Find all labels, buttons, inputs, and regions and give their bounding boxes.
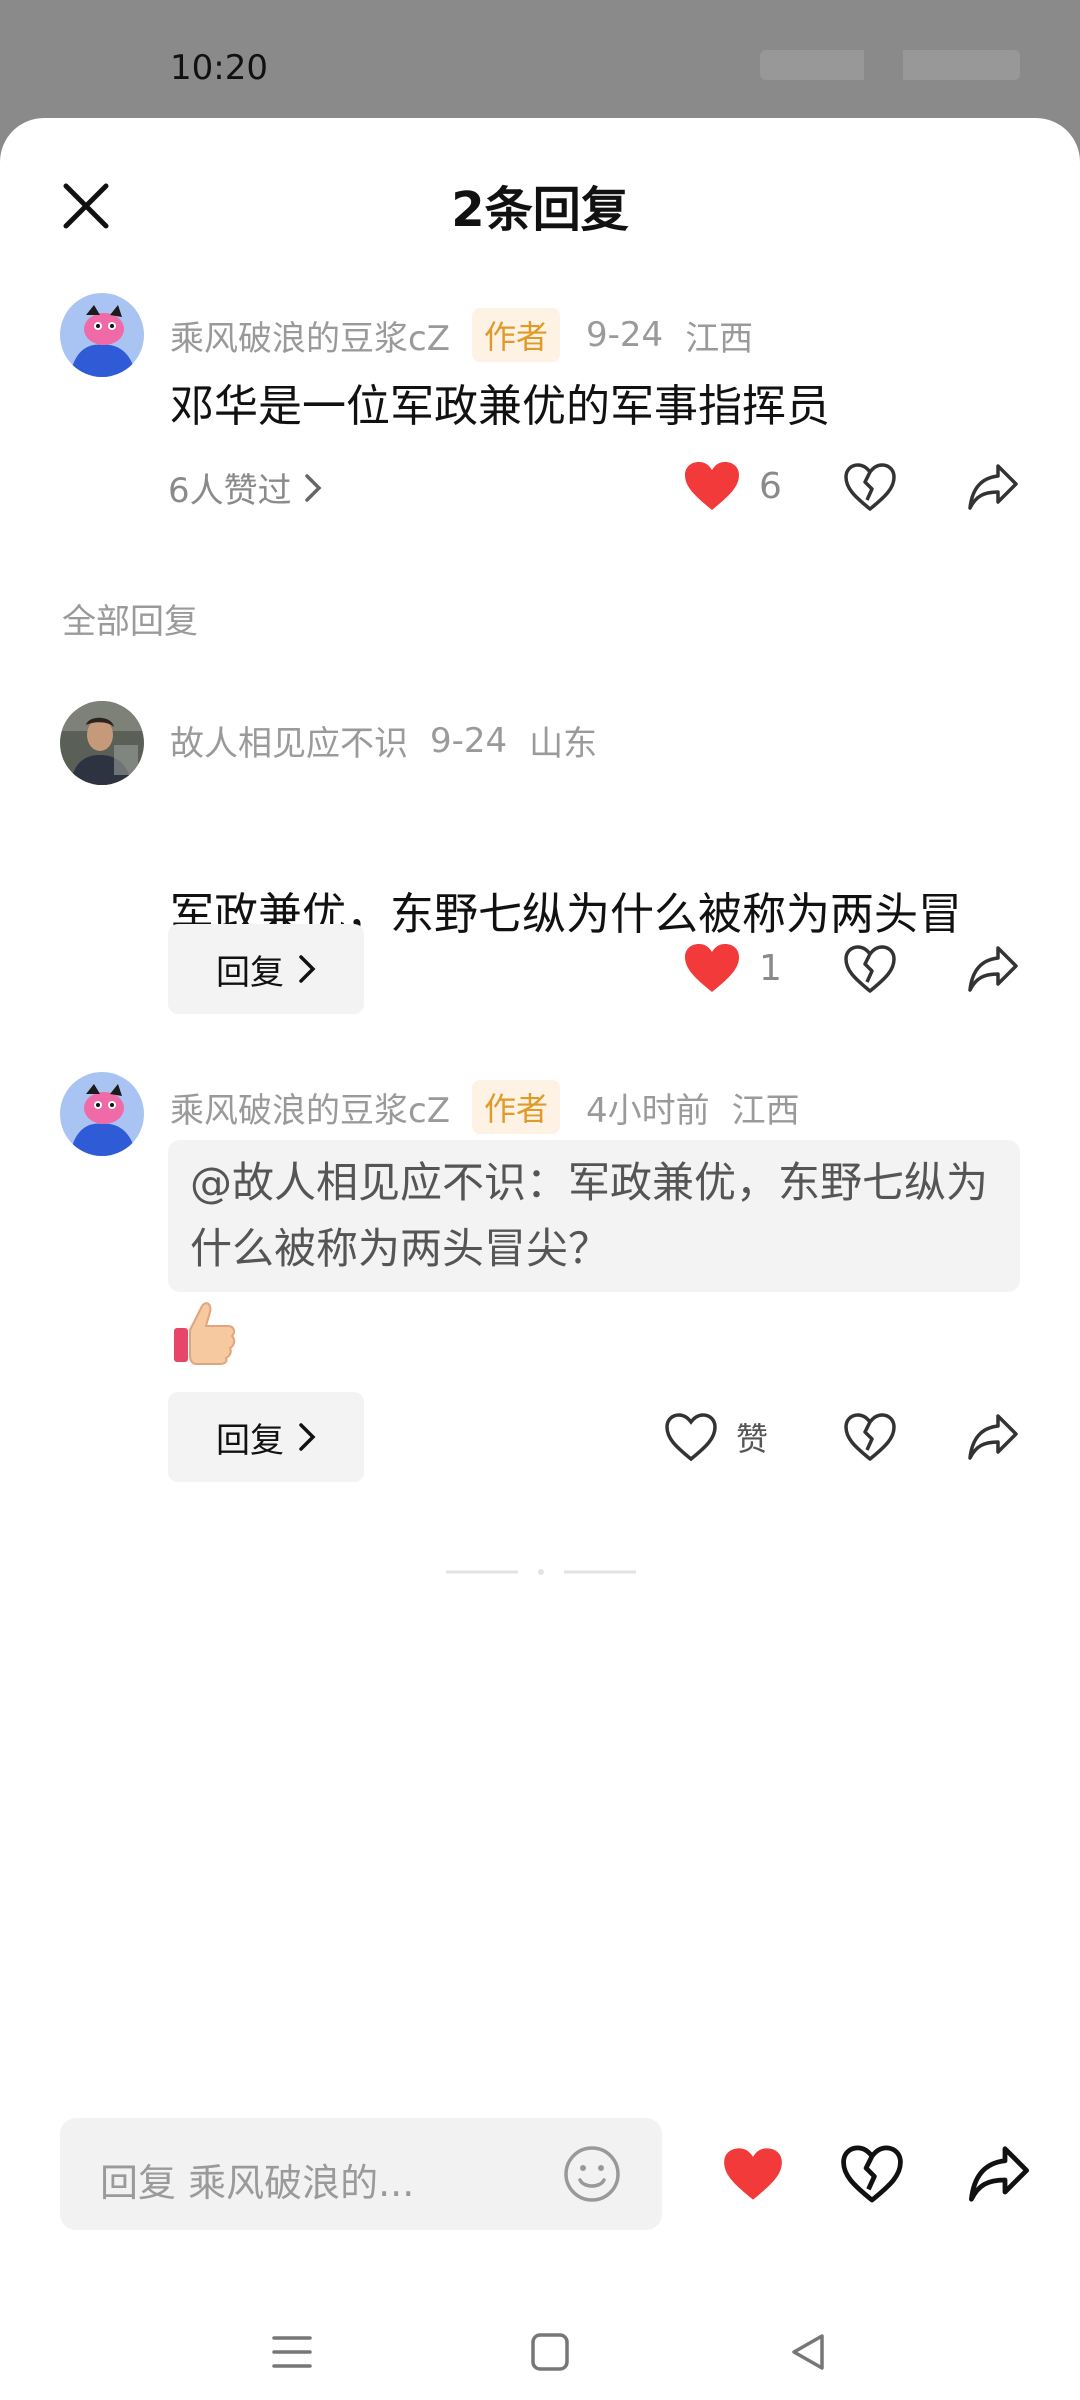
reply-avatar[interactable]	[60, 1072, 144, 1156]
comment-meta: 乘风破浪的豆浆cZ 作者 9-24 江西	[170, 308, 775, 362]
reply-meta: 乘风破浪的豆浆cZ 作者 4小时前 江西	[170, 1080, 822, 1134]
list-end-divider	[446, 1569, 636, 1575]
share-icon	[968, 946, 1018, 992]
reply-author[interactable]: 故人相见应不识	[170, 716, 408, 765]
reply-avatar[interactable]	[60, 701, 144, 785]
reply-button-label: 回复	[216, 952, 284, 993]
chevron-right-icon	[299, 1423, 316, 1451]
comment-date: 9-24	[586, 315, 664, 355]
bottom-dislike-button[interactable]	[840, 2144, 904, 2204]
like-label: 赞	[736, 1420, 769, 1458]
reply-input[interactable]: 回复 乘风破浪的...	[60, 2118, 662, 2230]
reply-date: 9-24	[430, 720, 508, 761]
replies-sheet: 2条回复 乘风破浪的豆浆cZ 作者 9-24 江西 邓华是一位军政兼优的军事指挥…	[0, 118, 1080, 2400]
broken-heart-icon	[844, 463, 896, 511]
like-button[interactable]: 赞	[664, 1412, 768, 1462]
likers-label: 6人赞过	[168, 471, 292, 511]
broken-heart-icon	[841, 2145, 903, 2203]
thumbs-up-emoji	[170, 1298, 238, 1368]
dislike-button[interactable]	[843, 462, 897, 512]
back-icon[interactable]	[788, 2332, 828, 2372]
broken-heart-icon	[844, 1413, 896, 1461]
dislike-button[interactable]	[843, 1412, 897, 1462]
system-nav-bar	[0, 2298, 1080, 2400]
author-badge: 作者	[472, 1080, 561, 1134]
like-count: 1	[759, 947, 782, 989]
status-bar: 10:20	[0, 0, 1080, 118]
emoji-icon[interactable]	[562, 2144, 622, 2204]
heart-outline-icon	[665, 1413, 717, 1462]
reply-date: 4小时前	[586, 1090, 710, 1131]
reply-author[interactable]: 乘风破浪的豆浆cZ	[170, 1083, 450, 1132]
comment-location: 江西	[685, 318, 754, 359]
likers-link[interactable]: 6人赞过	[168, 463, 322, 512]
section-label: 全部回复	[62, 602, 198, 642]
heart-filled-icon	[685, 944, 739, 992]
comment-text: 邓华是一位军政兼优的军事指挥员	[170, 381, 830, 432]
chevron-right-icon	[304, 473, 322, 502]
menu-icon[interactable]	[272, 2332, 312, 2372]
share-icon	[969, 2146, 1029, 2202]
reply-button[interactable]: 回复	[168, 1392, 364, 1482]
reply-input-placeholder: 回复 乘风破浪的...	[100, 2161, 415, 2205]
dislike-button[interactable]	[843, 944, 897, 994]
quoted-reply: @故人相见应不识：军政兼优，东野七纵为什么被称为两头冒尖？	[168, 1140, 1020, 1292]
heart-filled-icon	[724, 2148, 782, 2200]
reply-location: 山东	[529, 724, 598, 764]
reply-location: 江西	[731, 1090, 800, 1131]
share-button[interactable]	[966, 462, 1020, 512]
share-button[interactable]	[966, 944, 1020, 994]
heart-filled-icon	[685, 462, 739, 510]
status-time: 10:20	[170, 48, 268, 88]
author-badge: 作者	[472, 308, 561, 362]
home-icon[interactable]	[530, 2332, 570, 2372]
sheet-title: 2条回复	[451, 182, 629, 238]
author-name[interactable]: 乘风破浪的豆浆cZ	[170, 311, 450, 360]
reply-button[interactable]: 回复	[168, 924, 364, 1014]
like-count: 6	[759, 465, 782, 507]
status-icons	[760, 50, 1020, 80]
bottom-share-button[interactable]	[966, 2144, 1032, 2204]
share-icon	[968, 1414, 1018, 1460]
like-button[interactable]: 1	[683, 942, 782, 994]
reply-meta: 故人相见应不识 9-24 山东	[170, 716, 619, 765]
bottom-like-button[interactable]	[722, 2146, 784, 2202]
share-button[interactable]	[966, 1412, 1020, 1462]
like-button[interactable]: 6	[683, 460, 782, 512]
reply-button-label: 回复	[216, 1420, 284, 1461]
chevron-right-icon	[299, 955, 316, 983]
share-icon	[968, 464, 1018, 510]
broken-heart-icon	[844, 945, 896, 993]
author-avatar[interactable]	[60, 293, 144, 377]
